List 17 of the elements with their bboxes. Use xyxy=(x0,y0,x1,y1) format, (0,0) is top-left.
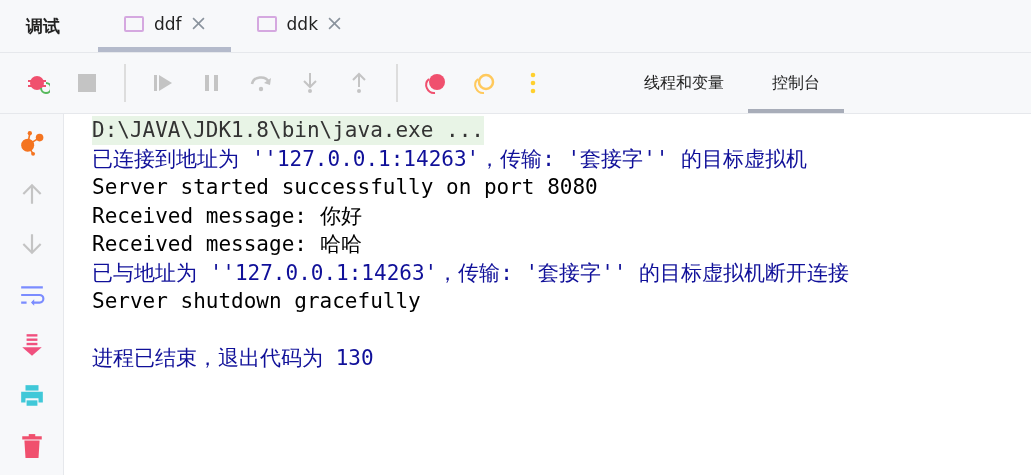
close-icon[interactable] xyxy=(328,17,341,30)
console-line: Server shutdown gracefully xyxy=(92,288,421,315)
graph-icon[interactable] xyxy=(18,130,45,156)
file-tab[interactable]: ddk xyxy=(230,0,367,52)
console-line: Received message: 你好 xyxy=(92,202,362,230)
close-icon[interactable] xyxy=(191,17,205,30)
view-tab[interactable]: 线程和变量 xyxy=(620,53,748,113)
file-tab[interactable]: ddf xyxy=(98,0,231,52)
breakpoints-icon[interactable] xyxy=(423,71,447,95)
panel-title: 调试 xyxy=(24,14,61,38)
console-line: 进程已结束，退出代码为 130 xyxy=(92,345,374,372)
console-line: 已与地址为 ''127.0.0.1:14263'，传输: '套接字'' 的目标虚拟机断开连接 xyxy=(92,259,850,287)
mute-breakpoints-icon[interactable] xyxy=(472,71,496,95)
printer-icon[interactable] xyxy=(18,382,45,409)
console-line: 已连接到地址为 ''127.0.0.1:14263'，传输: '套接字'' 的目标虚拟机 xyxy=(92,145,808,173)
console-line: Received message: 哈哈 xyxy=(92,231,362,258)
console-line: Server started successfully on port 8080 xyxy=(92,174,598,201)
